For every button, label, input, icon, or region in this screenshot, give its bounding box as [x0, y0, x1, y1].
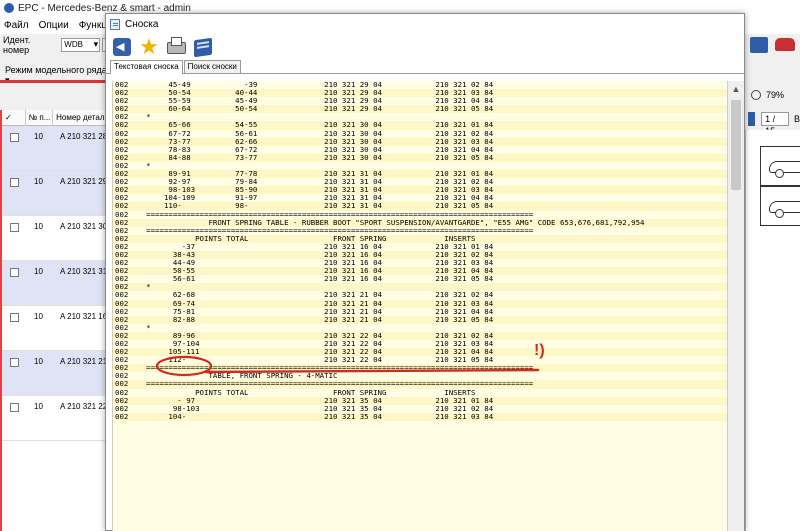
row-part-number: A 210 321 30 [60, 222, 108, 231]
header-position[interactable]: № п... [26, 109, 54, 126]
page-number[interactable]: 1 / 15 [761, 112, 789, 136]
table-row[interactable]: 10 A 210 321 22 [2, 396, 110, 441]
row-qty: 10 [34, 357, 43, 366]
table-row[interactable]: 10 A 210 321 21 [2, 351, 110, 396]
tab-text-footnote[interactable]: Текстовая сноска [110, 60, 183, 74]
row-checkbox[interactable] [10, 178, 19, 187]
model-mode-dropdown[interactable]: Режим модельного ряда ▾ [0, 58, 110, 85]
footnote-line: 002 84-88 73-77 210 321 30 04 210 321 05… [113, 153, 728, 162]
document-icon [110, 18, 120, 30]
row-checkbox[interactable] [10, 268, 19, 277]
right-toolbar [745, 34, 800, 56]
row-qty: 10 [34, 222, 43, 231]
page-navigator: 1 / 15 B [745, 109, 800, 136]
wheel-icon [775, 169, 784, 178]
footnote-line: 002 60-64 50-54 210 321 29 04 210 321 05… [113, 105, 728, 114]
footnote-line: 002 56-61 210 321 16 04 210 321 05 84 [115, 274, 494, 284]
wheel-icon [775, 209, 784, 218]
scroll-up-icon[interactable]: ▲ [728, 81, 744, 97]
annotation-mark: !) [534, 342, 545, 359]
page-prev-icon[interactable] [748, 112, 756, 126]
table-row[interactable]: 10 A 210 321 29 [2, 171, 110, 216]
dialog-toolbar: ★ [106, 34, 744, 60]
menu-options[interactable]: Опции [39, 20, 69, 31]
model-mode-label: Режим модельного ряда [5, 65, 107, 75]
ident-label: Идент. номер [3, 35, 31, 55]
drawing-panel [745, 130, 800, 531]
vehicle-thumbnail[interactable] [760, 146, 800, 186]
table-row[interactable]: 10 A 210 321 16 [2, 306, 110, 351]
zoom-value: 79% [766, 90, 785, 100]
row-qty: 10 [34, 177, 43, 186]
ident-select[interactable]: WDB [61, 38, 101, 52]
dialog-title: Сноска [125, 18, 159, 30]
row-qty: 10 [34, 402, 43, 411]
app-logo-icon [4, 3, 14, 13]
print-button[interactable] [165, 36, 187, 58]
back-icon [113, 38, 131, 56]
row-part-number: A 210 321 21 [60, 357, 108, 366]
ident-row: Идент. номер WDB [0, 34, 110, 56]
star-icon: ★ [139, 34, 159, 59]
table-row[interactable]: 10 A 210 321 28 [2, 126, 110, 171]
vertical-scrollbar[interactable]: ▲ [727, 81, 744, 531]
paper-icon [171, 37, 182, 46]
tab-footnote-search[interactable]: Поиск сноски [183, 60, 241, 73]
favorite-button[interactable]: ★ [138, 36, 160, 58]
dialog-title-bar: Сноска [106, 14, 744, 34]
magnifier-icon [751, 90, 761, 100]
book-icon [194, 37, 212, 58]
footnote-line: 002 104- 210 321 35 04 210 321 03 84 [113, 412, 728, 421]
book-icon[interactable] [750, 37, 768, 53]
table-row[interactable]: 10 A 210 321 30 [2, 216, 110, 261]
row-checkbox[interactable] [10, 133, 19, 142]
parts-table-header: ✓ № п... Номер детал [2, 109, 110, 126]
red-divider [0, 80, 110, 83]
parts-table: ✓ № п... Номер детал 10 A 210 321 28 10 A … [0, 109, 110, 531]
row-checkbox[interactable] [10, 313, 19, 322]
table-row[interactable]: 10 A 210 321 31 [2, 261, 110, 306]
row-part-number: A 210 321 29 [60, 177, 108, 186]
row-checkbox[interactable] [10, 223, 19, 232]
dialog-tabs: Текстовая сноска Поиск сноски [106, 60, 744, 74]
row-checkbox[interactable] [10, 403, 19, 412]
footnote-text-area[interactable]: 002 45-49 -39 210 321 29 04 210 321 02 8… [112, 81, 728, 531]
row-part-number: A 210 321 31 [60, 267, 108, 276]
row-qty: 10 [34, 267, 43, 276]
header-check[interactable]: ✓ [2, 109, 26, 126]
header-part-number[interactable]: Номер детал [53, 109, 110, 126]
row-qty: 10 [34, 132, 43, 141]
vehicle-thumbnail[interactable] [760, 186, 800, 226]
main-window-title: EPC - Mercedes-Benz & smart - admin [18, 2, 191, 14]
manual-button[interactable] [192, 36, 214, 58]
footnote-line: 002 82-88 210 321 21 04 210 321 05 84 [113, 315, 728, 324]
window-controls-area [745, 0, 800, 34]
row-checkbox[interactable] [10, 358, 19, 367]
page-next-button[interactable]: B [794, 114, 800, 124]
scroll-thumb[interactable] [731, 100, 741, 190]
car-outline-icon [769, 201, 800, 213]
car-outline-icon [769, 161, 800, 173]
row-part-number: A 210 321 16 [60, 312, 108, 321]
row-part-number: A 210 321 22 [60, 402, 108, 411]
car-icon[interactable] [775, 38, 795, 51]
zoom-control[interactable]: 79% [745, 85, 800, 105]
footnote-dialog: Сноска ★ Текстовая сноска Поиск сноски 0… [105, 13, 745, 531]
menu-file[interactable]: Файл [4, 20, 29, 31]
row-part-number: A 210 321 28 [60, 132, 108, 141]
back-button[interactable] [111, 36, 133, 58]
row-qty: 10 [34, 312, 43, 321]
